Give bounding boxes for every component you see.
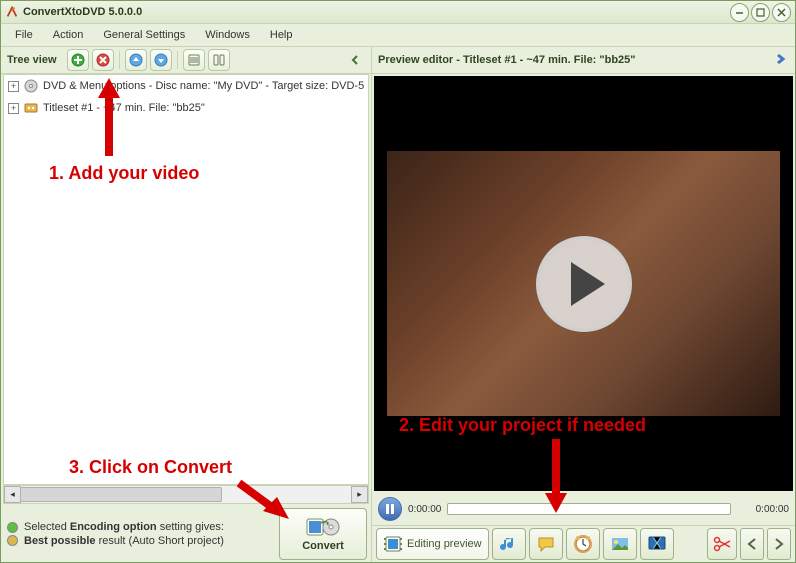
left-pane: Tree view <box>1 47 372 562</box>
body: Tree view <box>1 47 795 562</box>
prev-button[interactable] <box>740 528 764 560</box>
tab-editing-preview[interactable]: Editing preview <box>376 528 489 560</box>
close-button[interactable] <box>772 3 791 22</box>
convert-icon <box>306 516 340 538</box>
clock-icon <box>573 534 593 554</box>
convert-button[interactable]: Convert <box>279 508 367 560</box>
view-list-button[interactable] <box>183 49 205 71</box>
tree-row-label: DVD & Menu options - Disc name: "My DVD"… <box>43 80 364 92</box>
quality-indicator-icon <box>7 522 18 546</box>
menu-help[interactable]: Help <box>262 27 301 43</box>
window-buttons <box>730 3 791 22</box>
separator <box>119 51 120 69</box>
app-icon <box>5 5 19 19</box>
music-icon <box>499 534 519 554</box>
app-window: ConvertXtoDVD 5.0.0.0 File Action Genera… <box>0 0 796 563</box>
tab-chapters[interactable] <box>566 528 600 560</box>
tab-output[interactable] <box>640 528 674 560</box>
play-overlay-button[interactable] <box>536 236 632 332</box>
tab-subtitles[interactable] <box>529 528 563 560</box>
time-end: 0:00:00 <box>737 504 789 515</box>
tab-audio[interactable] <box>492 528 526 560</box>
remove-button[interactable] <box>92 49 114 71</box>
move-up-button[interactable] <box>125 49 147 71</box>
tab-image[interactable] <box>603 528 637 560</box>
subtitle-icon <box>536 534 556 554</box>
time-start: 0:00:00 <box>408 504 441 515</box>
view-tree-button[interactable] <box>208 49 230 71</box>
tree-header-label: Tree view <box>7 54 57 66</box>
expand-icon[interactable]: + <box>8 103 19 114</box>
preview-header: Preview editor - Titleset #1 - ~47 min. … <box>372 47 795 74</box>
menu-general-settings[interactable]: General Settings <box>95 27 193 43</box>
pause-button[interactable] <box>378 497 402 521</box>
tree-toolbar <box>67 49 230 71</box>
cut-button[interactable] <box>707 528 737 560</box>
transport-bar: 0:00:00 0:00:00 <box>372 493 795 525</box>
separator <box>177 51 178 69</box>
scroll-right-icon[interactable]: ▸ <box>351 486 368 503</box>
add-button[interactable] <box>67 49 89 71</box>
minimize-button[interactable] <box>730 3 749 22</box>
scroll-left-icon[interactable]: ◂ <box>4 486 21 503</box>
green-dot-icon <box>7 522 18 533</box>
tree-row-label: Titleset #1 - ~47 min. File: "bb25" <box>43 102 205 114</box>
image-icon <box>610 534 630 554</box>
right-pane: Preview editor - Titleset #1 - ~47 min. … <box>372 47 795 562</box>
titleset-icon <box>23 100 39 116</box>
menubar: File Action General Settings Windows Hel… <box>1 24 795 47</box>
status-box: Selected Encoding option setting gives: … <box>3 508 369 560</box>
window-title: ConvertXtoDVD 5.0.0.0 <box>23 6 730 18</box>
move-down-button[interactable] <box>150 49 172 71</box>
screen-icon <box>647 534 667 554</box>
tree-header: Tree view <box>1 47 371 74</box>
preview-area[interactable] <box>374 76 793 491</box>
status-text: Selected Encoding option setting gives: … <box>24 520 273 549</box>
amber-dot-icon <box>7 535 18 546</box>
tree-hscrollbar[interactable]: ◂ ▸ <box>3 485 369 504</box>
maximize-button[interactable] <box>751 3 770 22</box>
film-icon <box>383 534 403 554</box>
tree-row-titleset[interactable]: + Titleset #1 - ~47 min. File: "bb25" <box>4 97 368 119</box>
tab-label: Editing preview <box>407 538 482 550</box>
expand-right-icon[interactable] <box>773 52 789 69</box>
scroll-thumb[interactable] <box>20 487 222 502</box>
titlebar: ConvertXtoDVD 5.0.0.0 <box>1 1 795 24</box>
dvd-icon <box>23 78 39 94</box>
preview-header-label: Preview editor - Titleset #1 - ~47 min. … <box>378 54 767 66</box>
tree-view[interactable]: + DVD & Menu options - Disc name: "My DV… <box>3 74 369 485</box>
expand-icon[interactable]: + <box>8 81 19 92</box>
menu-windows[interactable]: Windows <box>197 27 258 43</box>
scissors-icon <box>712 534 732 554</box>
convert-button-label: Convert <box>302 540 344 552</box>
editor-tabs: Editing preview <box>372 525 795 562</box>
menu-file[interactable]: File <box>7 27 41 43</box>
progress-slider[interactable] <box>447 503 731 515</box>
play-icon <box>571 262 605 306</box>
tree-row-dvd-options[interactable]: + DVD & Menu options - Disc name: "My DV… <box>4 75 368 97</box>
menu-action[interactable]: Action <box>45 27 92 43</box>
next-button[interactable] <box>767 528 791 560</box>
collapse-left-icon[interactable] <box>345 50 365 70</box>
